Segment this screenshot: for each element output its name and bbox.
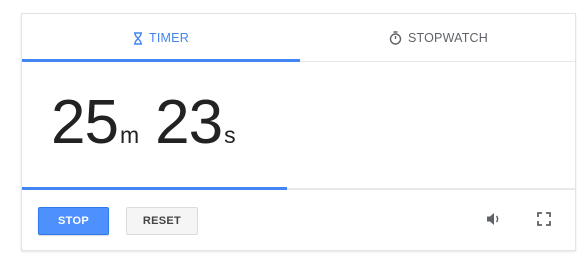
tab-bar: TIMER STOPWATCH <box>22 14 575 62</box>
timer-card: TIMER STOPWATCH 25 m 23 s STOP RESET <box>21 13 576 251</box>
timer-progress-track <box>22 187 575 190</box>
minutes-unit: m <box>119 122 140 148</box>
active-tab-indicator <box>22 59 300 62</box>
tab-timer[interactable]: TIMER <box>22 14 300 62</box>
fullscreen-button[interactable] <box>532 209 556 233</box>
timer-display[interactable]: 25 m 23 s <box>51 92 236 154</box>
stopwatch-icon <box>389 31 402 45</box>
tab-stopwatch-label: STOPWATCH <box>407 31 489 45</box>
fullscreen-icon <box>537 211 551 231</box>
minutes-value: 25 <box>51 88 119 157</box>
tab-stopwatch[interactable]: STOPWATCH <box>300 14 577 62</box>
hourglass-icon <box>133 31 143 45</box>
stop-button[interactable]: STOP <box>38 207 109 235</box>
seconds-value: 23 <box>155 88 223 157</box>
timer-progress-fill <box>22 187 288 190</box>
seconds-unit: s <box>224 122 236 148</box>
volume-icon <box>487 212 503 231</box>
reset-button[interactable]: RESET <box>126 207 198 235</box>
volume-button[interactable] <box>483 209 507 233</box>
tab-timer-label: TIMER <box>149 31 189 45</box>
